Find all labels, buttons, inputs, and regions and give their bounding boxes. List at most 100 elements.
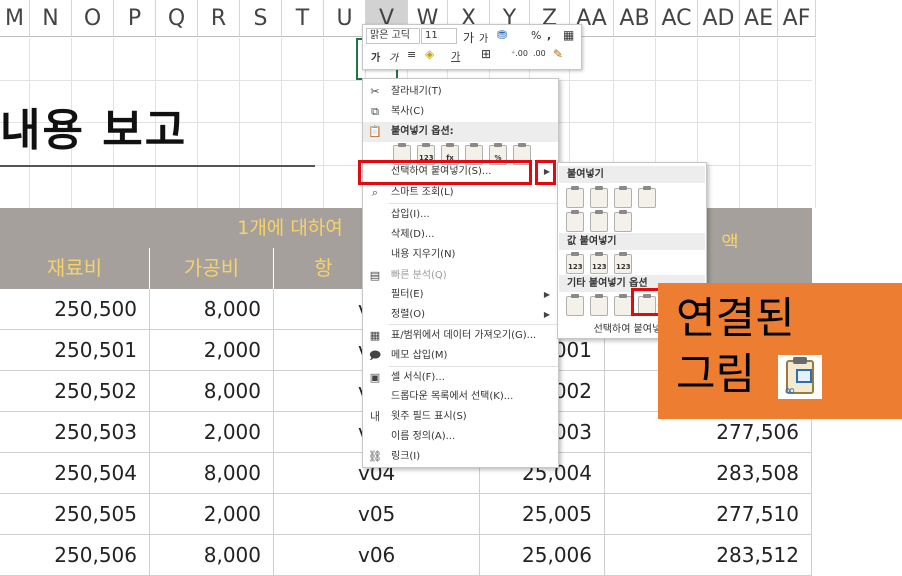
gridline	[239, 38, 240, 208]
menu-item-12[interactable]: 🗩 메모 삽입(M)	[363, 346, 558, 366]
font-color-button[interactable]: 가	[451, 48, 460, 63]
column-header-ab[interactable]: AB	[614, 0, 656, 37]
menu-item-6[interactable]: 삭제(D)...	[363, 225, 558, 245]
menu-item-9[interactable]: 필터(E) ▶	[363, 285, 558, 305]
paste-option-icon[interactable]	[590, 210, 608, 232]
table-cell[interactable]: 283,512	[605, 535, 812, 576]
paste-other-icon[interactable]	[566, 294, 584, 316]
table-cell[interactable]: 25,006	[480, 535, 605, 576]
paste-other-icon[interactable]	[614, 294, 632, 316]
paste-values-icon[interactable]: 123	[566, 252, 584, 274]
increase-decimal-icon[interactable]: ⁺.00	[511, 49, 528, 58]
menu-item-5[interactable]: 삽입(I)...	[363, 205, 558, 225]
column-header-t[interactable]: T	[282, 0, 324, 37]
font-name-box[interactable]: 맑은 고딕	[366, 28, 420, 44]
link-icon: ⛓	[368, 450, 382, 463]
menu-item-13[interactable]: ▣ 셀 서식(F)...	[363, 368, 558, 388]
shrink-font-button[interactable]: 가	[479, 30, 488, 45]
paste-option-icon[interactable]	[614, 186, 632, 208]
menu-item-17[interactable]: ⛓ 링크(I)	[363, 447, 558, 467]
menu-item-14[interactable]: 드롭다운 목록에서 선택(K)...	[363, 387, 558, 407]
menu-item-11[interactable]: ▦ 표/범위에서 데이터 가져오기(G)...	[363, 326, 558, 346]
fill-color-icon[interactable]: ◈	[425, 47, 434, 61]
table-cell[interactable]: 250,503	[0, 412, 150, 453]
table-cell[interactable]: 250,501	[0, 330, 150, 371]
column-header-r[interactable]: R	[198, 0, 240, 37]
table-cell[interactable]: 250,506	[0, 535, 150, 576]
menu-item-1[interactable]: ⧉ 복사(C)	[363, 102, 558, 122]
italic-button[interactable]: 가	[389, 49, 398, 64]
format-cells-icon: ▣	[369, 371, 381, 384]
menu-item-16[interactable]: 이름 정의(A)...	[363, 427, 558, 447]
menu-item-0[interactable]: ✂ 잘라내기(T)	[363, 82, 558, 102]
table-cell[interactable]: 250,502	[0, 371, 150, 412]
menu-item-4[interactable]: ⌕ 스마트 조회(L)	[363, 183, 558, 203]
column-header-o[interactable]: O	[72, 0, 114, 37]
table-cell[interactable]: 2,000	[150, 330, 274, 371]
paste-values-icon[interactable]: 123	[590, 252, 608, 274]
column-header-p[interactable]: P	[114, 0, 156, 37]
table-cell[interactable]: 250,504	[0, 453, 150, 494]
column-header-u[interactable]: U	[324, 0, 366, 37]
table-cell[interactable]: 2,000	[150, 412, 274, 453]
column-header-ad[interactable]: AD	[698, 0, 740, 37]
submenu-section-values: 값 붙여넣기	[559, 233, 705, 250]
table-cell[interactable]: 277,510	[605, 494, 812, 535]
menu-item-label: 삽입(I)...	[391, 209, 430, 220]
header-processing-cost[interactable]: 가공비	[150, 248, 274, 289]
borders-icon[interactable]: ⊞	[481, 47, 491, 61]
paste-other-icon[interactable]	[590, 294, 608, 316]
percent-button[interactable]: %	[531, 29, 541, 42]
decrease-decimal-icon[interactable]: .00	[533, 49, 546, 58]
comma-button[interactable]: ,	[547, 29, 551, 42]
gridline	[197, 38, 198, 208]
header-material-cost[interactable]: 재료비	[0, 248, 150, 289]
highlight-linked-picture	[631, 288, 661, 316]
paste-option-icon[interactable]	[566, 186, 584, 208]
table-cell[interactable]: 8,000	[150, 535, 274, 576]
format-table-icon[interactable]: ▦	[563, 28, 574, 42]
menu-item-8[interactable]: ▤ 빠른 분석(Q)	[363, 266, 558, 286]
table-cell[interactable]: 8,000	[150, 371, 274, 412]
column-header-m[interactable]: M	[0, 0, 30, 37]
column-header-af[interactable]: AF	[778, 0, 816, 37]
table-cell[interactable]: 250,505	[0, 494, 150, 535]
paste-option-icon[interactable]	[590, 186, 608, 208]
column-header-q[interactable]: Q	[156, 0, 198, 37]
column-header-n[interactable]: N	[30, 0, 72, 37]
menu-item-10[interactable]: 정렬(O) ▶	[363, 305, 558, 325]
align-center-icon[interactable]: ≡	[407, 48, 416, 61]
gridline	[281, 38, 282, 208]
menu-item-label: 내용 지우기(N)	[391, 249, 456, 260]
column-header-s[interactable]: S	[240, 0, 282, 37]
grow-font-button[interactable]: 가	[463, 29, 474, 46]
menu-item-15[interactable]: 내 윗주 필드 표시(S)	[363, 407, 558, 427]
table-cell[interactable]: v06	[274, 535, 480, 576]
menu-separator	[389, 324, 558, 325]
bold-button[interactable]: 가	[371, 49, 380, 64]
table-icon: ▦	[369, 329, 381, 342]
table-cell[interactable]: 8,000	[150, 289, 274, 330]
paste-option-icon[interactable]	[638, 186, 656, 208]
table-cell[interactable]: v05	[274, 494, 480, 535]
menu-item-label: 잘라내기(T)	[391, 86, 442, 97]
format-painter-icon[interactable]: ✎	[553, 47, 563, 61]
table-cell[interactable]: 2,000	[150, 494, 274, 535]
paste-option-icon[interactable]	[614, 210, 632, 232]
table-cell[interactable]: 25,005	[480, 494, 605, 535]
column-header-ac[interactable]: AC	[656, 0, 698, 37]
menu-item-label: 필터(E)	[391, 289, 424, 300]
accounting-format-icon[interactable]: ⛃	[497, 28, 507, 42]
table-cell[interactable]: 250,500	[0, 289, 150, 330]
menu-item-2: 📋 붙여넣기 옵션:	[363, 122, 558, 142]
paste-values-icon[interactable]: 123	[614, 252, 632, 274]
paste-option-icon[interactable]	[566, 210, 584, 232]
column-header-ae[interactable]: AE	[740, 0, 778, 37]
table-cell[interactable]: 8,000	[150, 453, 274, 494]
menu-item-7[interactable]: 내용 지우기(N)	[363, 245, 558, 265]
table-cell[interactable]: 283,508	[605, 453, 812, 494]
header-item[interactable]: 항	[274, 248, 374, 289]
submenu-arrow-icon: ▶	[543, 290, 550, 299]
menu-item-label: 메모 삽입(M)	[391, 350, 448, 361]
font-size-box[interactable]: 11	[421, 28, 457, 44]
